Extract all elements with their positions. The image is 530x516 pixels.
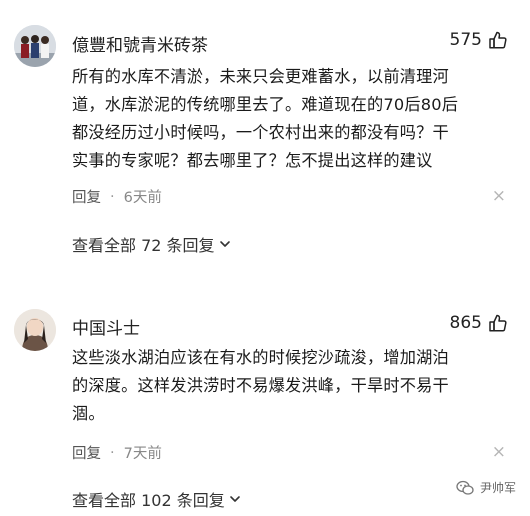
comment-text: 这些淡水湖泊应该在有水的时候挖沙疏浚，增加湖泊 的深度。这样发洪涝时不易爆发洪峰… [72,344,512,428]
view-all-replies-button[interactable]: 查看全部 72 条回复 [72,232,231,256]
reply-button[interactable]: 回复 [72,442,101,463]
avatar-image [14,309,56,351]
view-all-replies-label: 查看全部 102 条回复 [72,491,225,510]
comment-line: 这些淡水湖泊应该在有水的时候挖沙疏浚，增加湖泊 [72,348,449,367]
comment-line: 的深度。这样发洪涝时不易爆发洪峰，干旱时不易干 [72,376,449,395]
close-icon[interactable]: × [492,444,506,461]
comment-time: 7天前 [123,446,162,462]
comment-line: 所有的水库不清淤，未来只会更难蓄水，以前清理河 [72,67,449,86]
comment-line: 道，水库淤泥的传统哪里去了。难道现在的70后80后 [72,95,459,114]
comment-line: 都没经历过小时候吗，一个农村出来的都没有吗？干 [72,123,449,142]
view-all-replies-label: 查看全部 72 条回复 [72,236,215,255]
comment-meta: 回复 · 7天前 [72,442,162,463]
username[interactable]: 億豐和號青米砖茶 [72,31,208,56]
like-button[interactable]: 865 [450,313,508,333]
comment-time: 6天前 [123,190,162,206]
comment-line: 涸。 [72,404,105,423]
reply-button[interactable]: 回复 [72,186,101,207]
username[interactable]: 中国斗士 [72,314,140,339]
thumbs-up-icon [489,314,507,332]
avatar-image [14,25,56,67]
watermark: 尹帅军 [456,479,516,496]
comment-line: 实事的专家呢？都去哪里了？怎不提出这样的建议 [72,151,433,170]
like-count: 865 [449,313,482,333]
wechat-icon [456,480,474,495]
comment-meta: 回复 · 6天前 [72,186,162,207]
avatar[interactable] [14,25,56,67]
avatar[interactable] [14,309,56,351]
like-button[interactable]: 575 [450,30,508,50]
watermark-text: 尹帅军 [479,481,516,495]
comment-text: 所有的水库不清淤，未来只会更难蓄水，以前清理河 道，水库淤泥的传统哪里去了。难道… [72,63,512,175]
like-count: 575 [449,30,482,50]
chevron-down-icon [219,241,230,247]
comment-item: 中国斗士 865 这些淡水湖泊应该在有水的时候挖沙疏浚，增加湖泊 的深度。这样发… [0,290,530,516]
meta-separator: · [110,444,115,461]
chevron-down-icon [229,496,240,502]
view-all-replies-button[interactable]: 查看全部 102 条回复 [72,487,241,511]
close-icon[interactable]: × [492,188,506,205]
meta-separator: · [110,188,115,205]
thumbs-up-icon [489,31,507,49]
comment-item: 億豐和號青米砖茶 575 所有的水库不清淤，未来只会更难蓄水，以前清理河 道，水… [0,0,530,270]
